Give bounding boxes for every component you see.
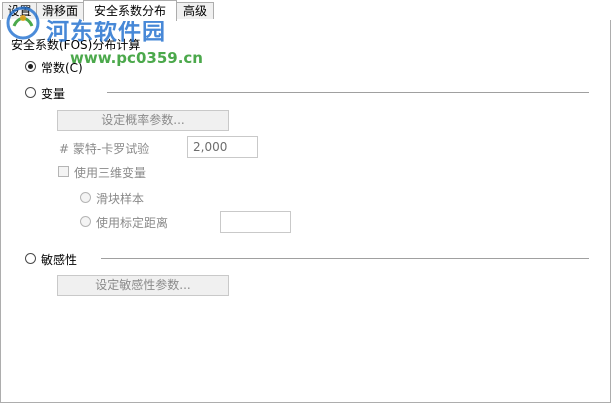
use-3d-variable-checkbox[interactable] — [58, 166, 69, 177]
watermark-logo-icon — [6, 6, 40, 40]
marked-distance-radio[interactable] — [80, 216, 91, 227]
sensitivity-radio[interactable] — [25, 253, 36, 264]
safety-factor-dialog: 设置 滑移面 安全系数分布 高级 安全系数(FOS)分布计算 常数(C) 变量 … — [0, 0, 611, 403]
tab-advanced[interactable]: 高级 — [176, 2, 214, 19]
variable-radio[interactable] — [25, 87, 36, 98]
sensitivity-label: 敏感性 — [41, 253, 78, 267]
constant-radio[interactable] — [25, 61, 36, 72]
slider-sample-label: 滑块样本 — [96, 192, 145, 206]
sensitivity-separator — [101, 258, 589, 259]
marked-distance-label: 使用标定距离 — [96, 216, 169, 230]
set-probability-params-button[interactable]: 设定概率参数... — [57, 110, 229, 131]
variable-separator — [107, 92, 589, 93]
use-3d-variable-label: 使用三维变量 — [74, 166, 147, 180]
watermark-url: www.pc0359.cn — [70, 49, 203, 67]
variable-label: 变量 — [41, 87, 66, 101]
set-sensitivity-params-button[interactable]: 设定敏感性参数... — [57, 275, 229, 296]
tab-safety-factor-distribution[interactable]: 安全系数分布 — [83, 0, 177, 21]
tab-panel: 安全系数(FOS)分布计算 常数(C) 变量 设定概率参数... # 蒙特-卡罗… — [0, 20, 611, 403]
monte-carlo-label: # 蒙特-卡罗试验 — [59, 142, 150, 156]
slider-sample-radio[interactable] — [80, 192, 91, 203]
marked-distance-input[interactable] — [220, 211, 291, 233]
monte-carlo-input[interactable]: 2,000 — [187, 136, 258, 158]
tab-bar: 设置 滑移面 安全系数分布 高级 — [0, 0, 611, 21]
